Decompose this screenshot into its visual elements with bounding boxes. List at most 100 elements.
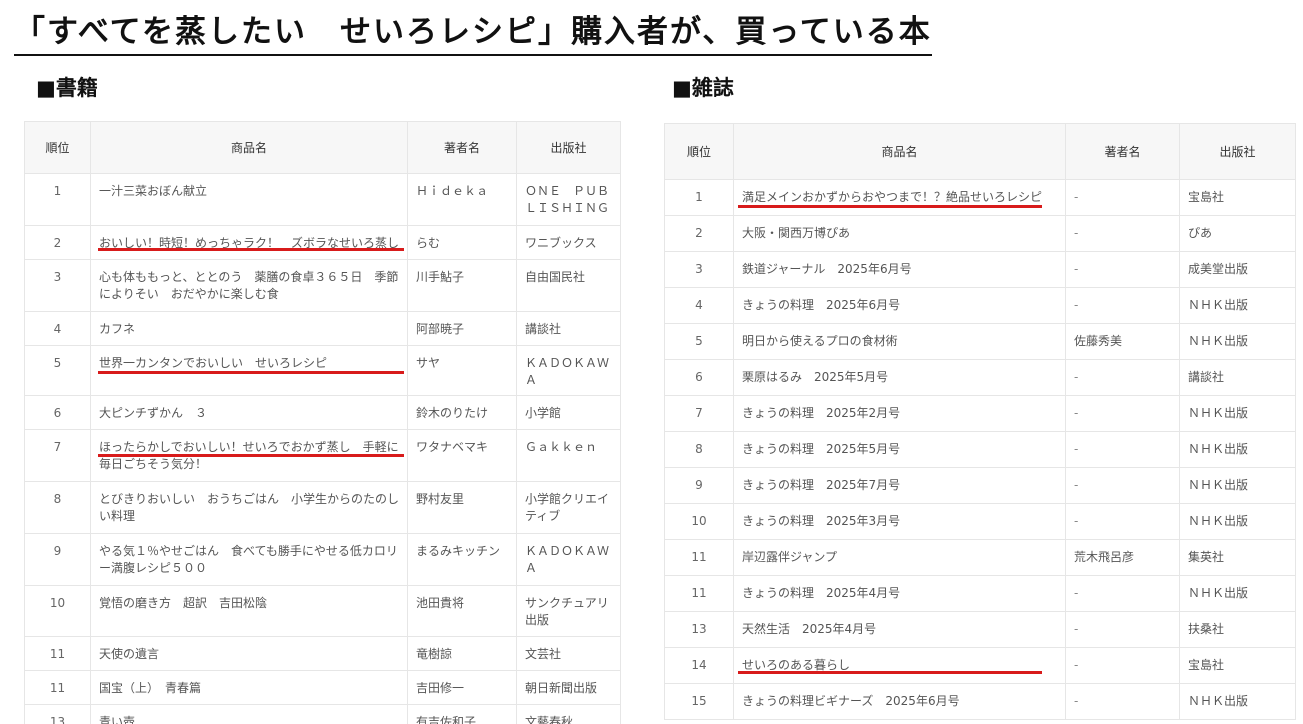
publisher-cell: 自由国民社 — [516, 259, 621, 312]
publisher-cell: 文芸社 — [516, 635, 621, 671]
publisher-cell: ワニブックス — [516, 225, 621, 260]
author-cell: Ｈｉｄｅｋａ — [407, 173, 517, 226]
title-cell: 岸辺露伴ジャンプ — [733, 539, 1066, 576]
table-row: 13 青い壺 有吉佐和子 文藝春秋 — [24, 703, 621, 724]
rank-cell: 7 — [664, 395, 734, 432]
table-row: 3 心も体ももっと、ととのう 薬膳の食卓３６５日 季節によりそい おだやかに楽し… — [24, 259, 621, 312]
column-header-author: 著者名 — [407, 121, 517, 174]
rank-cell: 1 — [24, 173, 91, 226]
publisher-cell: 文藝春秋 — [516, 703, 621, 724]
publisher-cell: 講談社 — [516, 311, 621, 346]
rank-cell: 6 — [664, 359, 734, 396]
publisher-cell: ＯＮＥ ＰＵＢＬＩＳＨＩＮＧ — [516, 173, 621, 226]
rank-cell: 14 — [664, 647, 734, 684]
table-row: 11 岸辺露伴ジャンプ 荒木飛呂彦 集英社 — [664, 539, 1296, 576]
author-cell: 阿部暁子 — [407, 311, 517, 346]
publisher-cell: 集英社 — [1179, 539, 1296, 576]
rank-cell: 2 — [664, 215, 734, 252]
rank-cell: 4 — [664, 287, 734, 324]
table-row: 11 きょうの料理 2025年4月号 - ＮＨＫ出版 — [664, 575, 1296, 612]
books-ranking-table: 順位 商品名 著者名 出版社 1 一汁三菜おぼん献立 Ｈｉｄｅｋａ ＯＮＥ ＰＵ… — [24, 121, 621, 724]
rank-cell: 3 — [24, 259, 91, 312]
rank-cell: 9 — [664, 467, 734, 504]
author-cell: - — [1065, 611, 1180, 648]
title-cell: 天使の遺言 — [90, 635, 408, 671]
column-header-title: 商品名 — [90, 121, 408, 174]
table-row: 8 きょうの料理 2025年5月号 - ＮＨＫ出版 — [664, 431, 1296, 468]
publisher-cell: ＮＨＫ出版 — [1179, 467, 1296, 504]
rank-cell: 11 — [24, 635, 91, 671]
title-cell: きょうの料理ビギナーズ 2025年6月号 — [733, 683, 1066, 720]
title-cell: とびきりおいしい おうちごはん 小学生からのたのしい料理 — [90, 480, 408, 534]
rank-cell: 3 — [664, 251, 734, 288]
title-cell: 栗原はるみ 2025年5月号 — [733, 359, 1066, 396]
title-cell: 青い壺 — [90, 703, 408, 724]
rank-cell: 15 — [664, 683, 734, 720]
title-cell: 大阪・関西万博ぴあ — [733, 215, 1066, 252]
rank-cell: 7 — [24, 428, 91, 482]
title-cell: きょうの料理 2025年2月号 — [733, 395, 1066, 432]
rank-cell: 5 — [664, 323, 734, 360]
publisher-cell: ＮＨＫ出版 — [1179, 395, 1296, 432]
title-cell: 鉄道ジャーナル 2025年6月号 — [733, 251, 1066, 288]
table-row: 11 国宝（上） 青春篇 吉田修一 朝日新聞出版 — [24, 669, 621, 705]
publisher-cell: 宝島社 — [1179, 647, 1296, 684]
title-cell: 明日から使えるプロの食材術 — [733, 323, 1066, 360]
table-row: 8 とびきりおいしい おうちごはん 小学生からのたのしい料理 野村友里 小学館ク… — [24, 480, 621, 534]
rank-cell: 9 — [24, 532, 91, 586]
publisher-cell: ＫＡＤＯＫＡＷＡ — [516, 532, 621, 586]
author-cell: - — [1065, 467, 1180, 504]
publisher-cell: ぴあ — [1179, 215, 1296, 252]
table-row: 11 天使の遺言 竜樹諒 文芸社 — [24, 635, 621, 671]
title-cell: カフネ — [90, 311, 408, 346]
table-row: 7 きょうの料理 2025年2月号 - ＮＨＫ出版 — [664, 395, 1296, 432]
author-cell: - — [1065, 251, 1180, 288]
rank-cell: 13 — [664, 611, 734, 648]
author-cell: - — [1065, 179, 1180, 216]
publisher-cell: ＮＨＫ出版 — [1179, 323, 1296, 360]
publisher-cell: 小学館 — [516, 394, 621, 430]
author-cell: - — [1065, 683, 1180, 720]
column-header-publisher: 出版社 — [516, 121, 621, 174]
rank-cell: 1 — [664, 179, 734, 216]
table-row: 3 鉄道ジャーナル 2025年6月号 - 成美堂出版 — [664, 251, 1296, 288]
author-cell: 野村友里 — [407, 480, 517, 534]
table-row: 4 カフネ 阿部暁子 講談社 — [24, 311, 621, 346]
table-row: 6 大ピンチずかん ３ 鈴木のりたけ 小学館 — [24, 394, 621, 430]
author-cell: 佐藤秀美 — [1065, 323, 1180, 360]
highlight-underline — [738, 205, 1042, 208]
author-cell: - — [1065, 395, 1180, 432]
publisher-cell: 成美堂出版 — [1179, 251, 1296, 288]
publisher-cell: 扶桑社 — [1179, 611, 1296, 648]
rank-cell: 8 — [664, 431, 734, 468]
table-row: 15 きょうの料理ビギナーズ 2025年6月号 - ＮＨＫ出版 — [664, 683, 1296, 720]
publisher-cell: ＫＡＤＯＫＡＷＡ — [516, 345, 621, 396]
rank-cell: 6 — [24, 394, 91, 430]
publisher-cell: ＮＨＫ出版 — [1179, 575, 1296, 612]
author-cell: - — [1065, 575, 1180, 612]
author-cell: まるみキッチン — [407, 532, 517, 586]
table-row: 9 きょうの料理 2025年7月号 - ＮＨＫ出版 — [664, 467, 1296, 504]
column-header-author: 著者名 — [1065, 123, 1180, 180]
title-cell: 覚悟の磨き方 超訳 吉田松陰 — [90, 584, 408, 637]
title-cell: 満足メインおかずからおやつまで！？絶品せいろレシピ — [733, 179, 1066, 216]
highlight-underline — [738, 671, 1042, 674]
table-row: 10 きょうの料理 2025年3月号 - ＮＨＫ出版 — [664, 503, 1296, 540]
title-cell: きょうの料理 2025年5月号 — [733, 431, 1066, 468]
rank-cell: 11 — [664, 575, 734, 612]
title-cell: 大ピンチずかん ３ — [90, 394, 408, 430]
rank-cell: 4 — [24, 311, 91, 346]
page-title: 「すべてを蒸したい せいろレシピ」購入者が、買っている本 — [14, 14, 932, 57]
author-cell: 竜樹諒 — [407, 635, 517, 671]
rank-cell: 5 — [24, 345, 91, 396]
publisher-cell: 小学館クリエイティブ — [516, 480, 621, 534]
highlight-underline — [98, 371, 404, 374]
table-header-row: 順位 商品名 著者名 出版社 — [664, 123, 1296, 180]
table-row: 1 満足メインおかずからおやつまで！？絶品せいろレシピ - 宝島社 — [664, 179, 1296, 216]
rank-cell: 8 — [24, 480, 91, 534]
publisher-cell: Ｇａｋｋｅｎ — [516, 428, 621, 482]
rank-cell: 11 — [24, 669, 91, 705]
author-cell: 有吉佐和子 — [407, 703, 517, 724]
author-cell: - — [1065, 647, 1180, 684]
title-cell: せいろのある暮らし — [733, 647, 1066, 684]
